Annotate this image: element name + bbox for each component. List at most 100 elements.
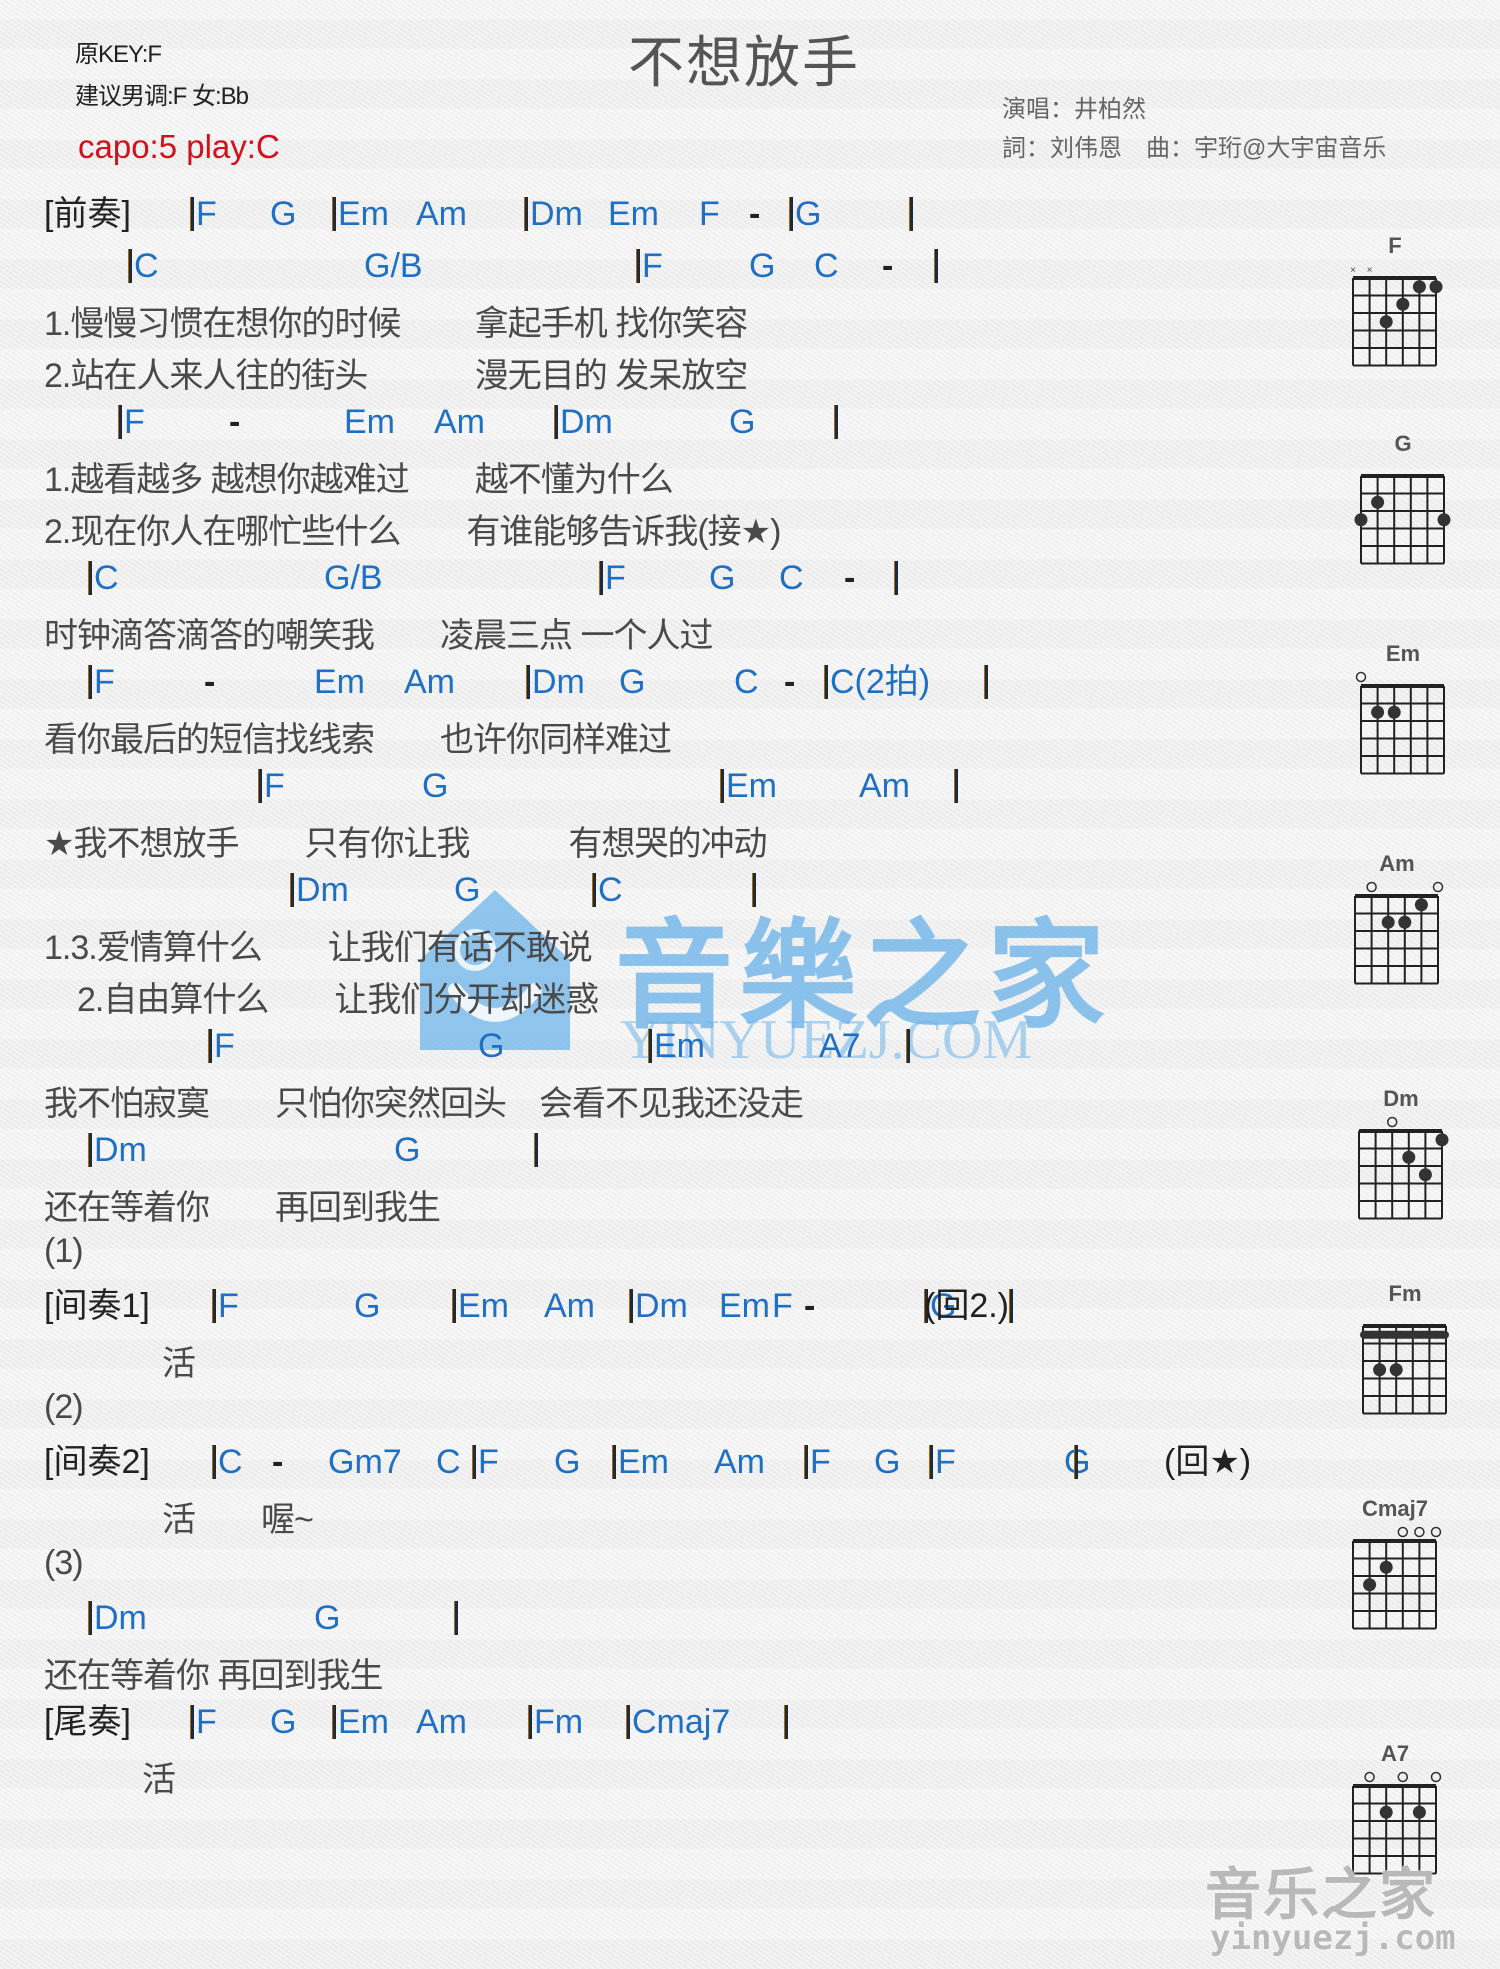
chord-diagram-em: Em — [1348, 640, 1458, 776]
chord-symbol: G — [354, 1287, 381, 1325]
hold-dash: - — [804, 1287, 816, 1325]
open-string-icon — [1364, 1771, 1375, 1783]
chord-symbol: C(2拍) — [824, 660, 930, 704]
chord-symbol: Gm7 — [328, 1443, 402, 1481]
chord-symbol: F — [472, 1440, 499, 1484]
chord-symbol: Am — [416, 1703, 467, 1741]
writer-credit: 詞：刘伟恩 曲：宇珩@大宇宙音乐 — [1002, 135, 1387, 162]
chord-symbol: C — [436, 1443, 461, 1481]
fretboard-grid-icon — [1360, 1324, 1449, 1415]
chord-symbol: Em — [608, 195, 659, 233]
chord-diagram-name: Cmaj7 — [1361, 1496, 1429, 1521]
chord-diagram-name: Em — [1385, 641, 1421, 666]
hold-dash: - — [784, 663, 796, 701]
chord-diagram-name: A7 — [1380, 1741, 1410, 1766]
chord-diagram-am: Am — [1342, 850, 1452, 986]
lyric-text: 还在等着你 再回到我生 — [44, 1657, 383, 1695]
bar-line — [934, 244, 940, 288]
bar-line — [454, 1596, 460, 1640]
chord-symbol: Am — [544, 1287, 595, 1325]
chord-symbol: Dm — [526, 660, 585, 704]
chord-symbol: F — [804, 1440, 831, 1484]
finger-dot-icon — [1379, 1560, 1393, 1574]
chord-symbol: Dm — [88, 1128, 147, 1172]
chord-symbol: F — [212, 1284, 239, 1328]
chord-diagram-dm: Dm — [1346, 1085, 1456, 1221]
repeat-mark: (回★) — [1164, 1443, 1252, 1481]
open-string-icon — [1366, 881, 1377, 893]
bar-line — [534, 1128, 540, 1172]
chord-symbol: F — [190, 1700, 217, 1744]
open-string-icon — [1397, 1526, 1409, 1538]
chord-symbol: Em — [719, 1287, 770, 1325]
lyric-line: 2.现在你人在哪忙些什么 有谁能够告诉我(接★) — [44, 504, 781, 551]
hold-dash: - — [229, 403, 241, 441]
chord-symbol: A7 — [819, 1027, 861, 1065]
hold-dash: - — [844, 559, 856, 597]
chord-symbol: G — [874, 1443, 901, 1481]
capo-info: capo:5 play:C — [78, 128, 280, 165]
lyric-text: ★我不想放手 只有你让我 有想哭的冲动 — [44, 825, 767, 863]
fretboard-grid-icon: × × — [1350, 265, 1443, 367]
chord-symbol: F — [208, 1024, 235, 1068]
chord-symbol: Fm — [528, 1700, 583, 1744]
chord-symbol: G — [422, 767, 449, 805]
lyric-text: 1.越看越多 越想你越难过 越不懂为什么 — [44, 461, 674, 499]
chord-symbol: Am — [404, 663, 455, 701]
lyric-line: 还在等着你 再回到我生 — [44, 1648, 383, 1695]
bar-line — [1009, 1284, 1015, 1328]
chord-symbol: F — [190, 192, 217, 236]
hold-dash: - — [749, 195, 761, 233]
chord-symbol: Dm — [88, 1596, 147, 1640]
fretboard-grid-icon — [1358, 1116, 1449, 1220]
finger-dot-icon — [1373, 1363, 1387, 1377]
lyric-text: 我不怕寂寞 只怕你突然回头 会看不见我还没走 — [44, 1085, 804, 1123]
lyric-line: (1) — [44, 1232, 84, 1276]
chord-symbol: F — [88, 660, 115, 704]
fretboard-grid-icon — [1352, 1526, 1442, 1630]
bar-line — [834, 400, 840, 444]
section-label: [间奏2] — [44, 1443, 150, 1481]
chord-diagram-f: F × × — [1340, 232, 1450, 368]
chord-diagram-cmaj7: Cmaj7 — [1340, 1495, 1450, 1631]
muted-string-icon: × — [1350, 265, 1356, 276]
chord-symbol: Cmaj7 — [626, 1700, 730, 1744]
chord-symbol: G — [619, 663, 646, 701]
lyric-text: 2.现在你人在哪忙些什么 有谁能够告诉我(接★) — [44, 513, 781, 551]
finger-dot-icon — [1437, 513, 1451, 527]
lyric-line: 看你最后的短信找线索 也许你同样难过 — [44, 712, 672, 759]
finger-dot-icon — [1371, 495, 1385, 509]
chord-symbol: G — [789, 192, 821, 236]
chord-symbol: G — [729, 403, 756, 441]
chord-symbol: G — [394, 1131, 421, 1169]
hold-dash: - — [204, 663, 216, 701]
finger-dot-icon — [1429, 280, 1443, 294]
chord-symbol: F — [699, 195, 720, 233]
finger-dot-icon — [1389, 1363, 1403, 1377]
finger-dot-icon — [1412, 1805, 1426, 1819]
lyric-text: 1.3.爱情算什么 让我们有话不敢说 — [44, 929, 593, 967]
chord-symbol: G — [314, 1599, 341, 1637]
bar-line — [984, 660, 990, 704]
chord-symbol: Em — [452, 1284, 509, 1328]
chord-diagram-name: Dm — [1383, 1086, 1419, 1111]
chord-diagram-g: G — [1348, 430, 1458, 566]
chord-symbol: G — [709, 559, 736, 597]
lyric-line: (2) — [44, 1388, 84, 1432]
chord-symbol: F — [929, 1440, 956, 1484]
open-string-icon — [1386, 1116, 1398, 1128]
lyric-line: 还在等着你 再回到我生 — [44, 1180, 441, 1227]
chord-symbol: F — [258, 764, 285, 808]
chord-symbol: Em — [720, 764, 777, 808]
finger-dot-icon — [1387, 705, 1401, 719]
lyric-text: (1) — [44, 1232, 84, 1270]
chord-symbol: Em — [344, 403, 395, 441]
chord-symbol: C — [779, 559, 804, 597]
finger-dot-icon — [1412, 280, 1426, 294]
lyric-text: 还在等着你 再回到我生 — [44, 1189, 441, 1227]
chord-symbol: C — [128, 244, 159, 288]
section-label: [间奏1] — [44, 1287, 150, 1325]
chord-symbol: Em — [332, 1700, 389, 1744]
singer-credit: 演唱：井柏然 — [1002, 96, 1146, 123]
finger-dot-icon — [1354, 513, 1368, 527]
